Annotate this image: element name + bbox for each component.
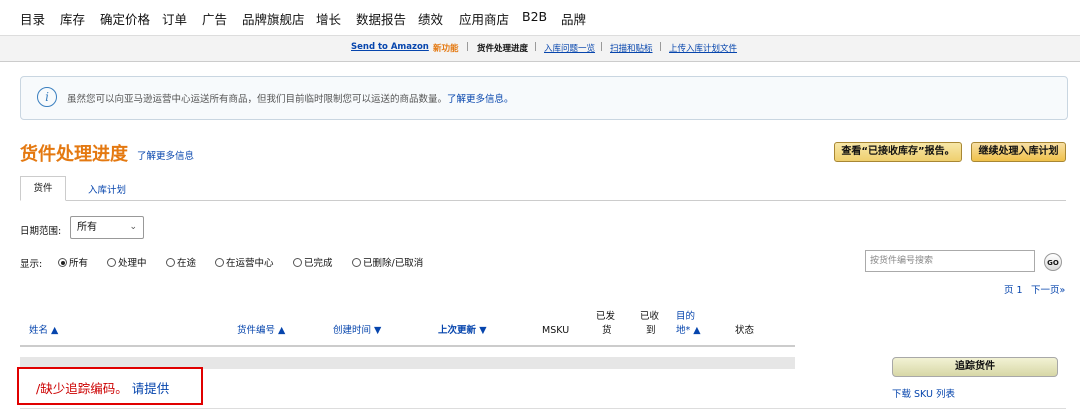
radio-label: 已完成 (304, 258, 333, 269)
chevron-down-icon: ⌄ (129, 222, 137, 232)
column-header-destination[interactable]: 目的 地* ▲ (676, 310, 701, 338)
column-header-shipped: 已发 货 (596, 311, 616, 336)
column-header-msku: MSKU (542, 325, 570, 336)
info-alert: i 虽然您可以向亚马逊运营中心运送所有商品，但我们目前临时限制您可以运送的商品数… (20, 76, 1068, 120)
missing-tracking-text: /缺少追踪编码。 (36, 381, 128, 396)
radio-label: 已删除/已取消 (363, 258, 424, 269)
track-shipment-button[interactable]: 追踪货件 (892, 357, 1058, 377)
shipment-progress-current: 货件处理进度 (477, 44, 529, 54)
radio-icon (293, 258, 302, 267)
status-radio-all[interactable]: 所有 (58, 255, 88, 269)
separator: | (659, 42, 662, 52)
next-page-link[interactable]: 下一页» (1031, 282, 1065, 296)
top-navigation: 目录 库存 确定价格 订单 广告 品牌旗舰店 增长 数据报告 绩效 应用商店 B… (0, 0, 1080, 32)
please-provide-link[interactable]: 请提供 (132, 381, 170, 396)
column-header-created[interactable]: 创建时间 ▼ (333, 324, 381, 338)
go-button[interactable]: GO (1044, 253, 1062, 271)
radio-icon (166, 258, 175, 267)
missing-tracking-message: /缺少追踪编码。 请提供 (36, 378, 169, 397)
nav-item-performance[interactable]: 绩效 (418, 9, 443, 28)
column-header-shipment-id[interactable]: 货件编号 ▲ (237, 324, 285, 338)
sub-navigation: Send to Amazon 新功能 | 货件处理进度 | 入库问题一览 | 扫… (0, 35, 1080, 62)
status-radio-at-fc[interactable]: 在运营中心 (215, 255, 274, 269)
nav-item-appstore[interactable]: 应用商店 (459, 9, 509, 28)
status-radio-working[interactable]: 处理中 (107, 255, 147, 269)
page-number: 页 1 (1004, 285, 1023, 296)
nav-item-pricing[interactable]: 确定价格 (100, 9, 150, 28)
alert-learn-more-link[interactable]: 了解更多信息。 (447, 94, 514, 105)
tab-shipments[interactable]: 货件 (20, 176, 66, 201)
send-to-amazon-link[interactable]: Send to Amazon (351, 42, 429, 52)
date-range-select[interactable]: 所有 ⌄ (70, 216, 144, 239)
column-header-received: 已收 到 (640, 311, 660, 336)
received-inventory-report-button[interactable]: 查看“已接收库存”报告。 (834, 142, 962, 162)
info-icon: i (37, 87, 57, 107)
show-label: 显示: (20, 259, 43, 270)
nav-item-brands[interactable]: 品牌 (561, 9, 586, 28)
date-range-label: 日期范围: (20, 226, 62, 237)
radio-label: 处理中 (118, 258, 147, 269)
tab-inbound-plans[interactable]: 入库计划 (88, 182, 126, 196)
separator: | (600, 42, 603, 52)
nav-item-stores[interactable]: 品牌旗舰店 (242, 9, 305, 28)
page-title: 货件处理进度 (20, 144, 128, 165)
nav-item-inventory[interactable]: 库存 (60, 9, 85, 28)
radio-icon (107, 258, 116, 267)
continue-inbound-plan-button[interactable]: 继续处理入库计划 (971, 142, 1066, 162)
new-feature-badge: 新功能 (433, 44, 459, 54)
date-range-value: 所有 (77, 222, 97, 233)
radio-label: 所有 (69, 258, 89, 269)
status-radio-in-transit[interactable]: 在途 (166, 255, 196, 269)
status-radio-deleted[interactable]: 已删除/已取消 (352, 255, 423, 269)
nav-item-orders[interactable]: 订单 (162, 9, 187, 28)
nav-item-growth[interactable]: 增长 (316, 9, 341, 28)
inbound-issues-link[interactable]: 入库问题一览 (544, 42, 595, 54)
shipment-search-input[interactable]: 按货件编号搜索 (865, 250, 1035, 272)
nav-item-b2b[interactable]: B2B (522, 9, 547, 24)
upload-plan-link[interactable]: 上传入库计划文件 (669, 42, 737, 54)
learn-more-link[interactable]: 了解更多信息 (137, 148, 194, 162)
nav-item-catalog[interactable]: 目录 (20, 9, 45, 28)
status-radio-completed[interactable]: 已完成 (293, 255, 333, 269)
row-divider (20, 408, 1066, 409)
radio-icon (352, 258, 361, 267)
separator: | (534, 42, 537, 52)
separator: | (466, 42, 469, 52)
download-sku-list-link[interactable]: 下载 SKU 列表 (892, 386, 955, 400)
column-header-last-updated[interactable]: 上次更新 ▼ (438, 324, 487, 338)
radio-label: 在运营中心 (226, 258, 274, 269)
column-header-status: 状态 (735, 325, 755, 336)
alert-text: 虽然您可以向亚马逊运营中心运送所有商品，但我们目前临时限制您可以运送的商品数量。 (67, 94, 448, 105)
radio-label: 在途 (177, 258, 197, 269)
radio-selected-icon (58, 258, 67, 267)
tabs-divider (20, 200, 1066, 201)
column-header-name[interactable]: 姓名 ▲ (29, 324, 58, 338)
nav-item-reports[interactable]: 数据报告 (356, 9, 406, 28)
scan-label-link[interactable]: 扫描和贴标 (610, 42, 653, 54)
alert-message: 虽然您可以向亚马逊运营中心运送所有商品，但我们目前临时限制您可以运送的商品数量。… (67, 91, 514, 105)
nav-item-advertising[interactable]: 广告 (202, 9, 227, 28)
radio-icon (215, 258, 224, 267)
table-header-divider (20, 345, 795, 347)
